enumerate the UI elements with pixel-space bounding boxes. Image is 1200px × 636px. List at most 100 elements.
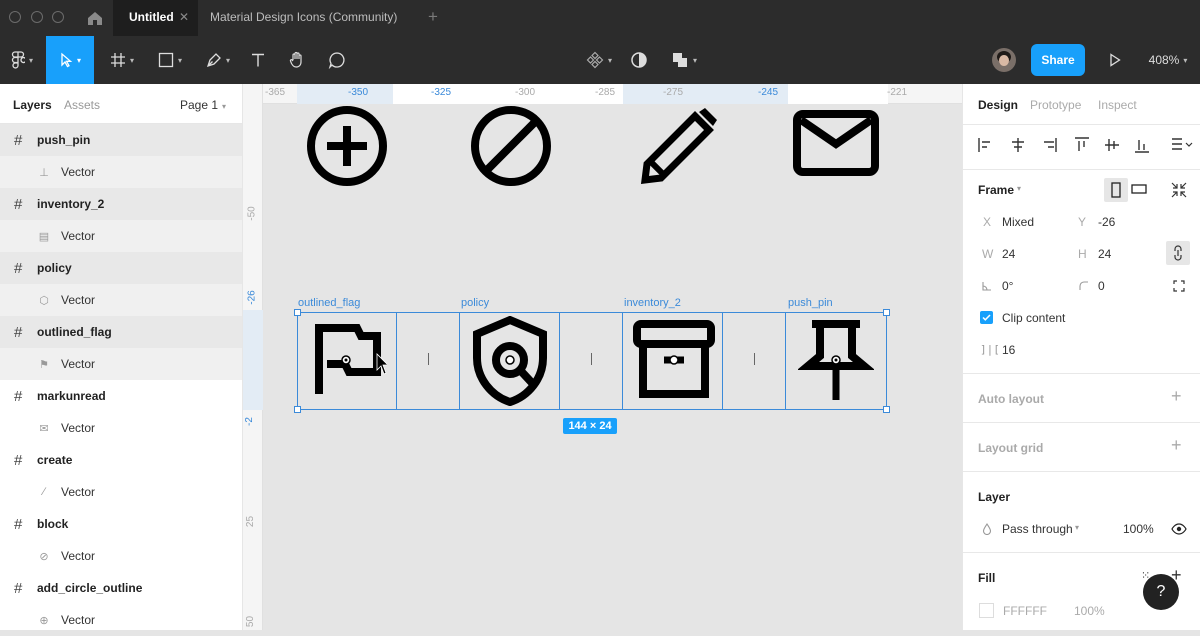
x-input[interactable]: Mixed [1002,215,1034,229]
layer-name: Vector [61,357,96,371]
help-button[interactable]: ? [1143,574,1179,610]
clip-content-checkbox[interactable] [980,311,993,324]
spacing-handle[interactable] [428,353,429,365]
constrain-proportions-button[interactable] [1166,241,1190,265]
layer-vector[interactable]: ▤ Vector [0,220,242,252]
move-tool-button[interactable]: ▾ [46,36,94,84]
home-icon[interactable] [86,9,104,30]
tab-layers[interactable]: Layers [13,98,52,112]
layer-frame-push-pin[interactable]: # push_pin [0,124,242,156]
y-input[interactable]: -26 [1098,215,1115,229]
more-alignment-icon[interactable] [1170,137,1194,153]
chevron-down-icon[interactable]: ▾ [1017,184,1021,193]
push-pin-icon[interactable] [798,318,874,404]
tab-assets[interactable]: Assets [64,98,100,112]
canvas[interactable]: -365 -350 -325 -300 -285 -275 -245 -221 -50 -26-… [243,84,962,630]
resize-handle-bottom-left[interactable] [294,406,301,413]
resize-to-fit-icon[interactable] [1171,182,1187,198]
layer-frame-markunread[interactable]: # markunread [0,380,242,412]
share-button[interactable]: Share [1031,44,1085,76]
tab-untitled[interactable]: Untitled ✕ [113,0,198,36]
layer-frame-policy[interactable]: # policy [0,252,242,284]
layer-frame-outlined-flag[interactable]: # outlined_flag [0,316,242,348]
height-input[interactable]: 24 [1098,247,1111,261]
tab-inspect[interactable]: Inspect [1098,98,1137,112]
layer-frame-inventory-2[interactable]: # inventory_2 [0,188,242,220]
fill-color-swatch[interactable] [979,603,994,618]
blend-mode-select[interactable]: Pass through [1002,522,1073,536]
tab-prototype[interactable]: Prototype [1030,98,1081,112]
markunread-icon[interactable] [791,108,883,178]
block-icon[interactable] [465,102,557,194]
layer-name: inventory_2 [37,197,105,211]
spacing-handle[interactable] [754,353,755,365]
layer-vector[interactable]: ⊘ Vector [0,540,242,572]
flag-icon: ⚑ [39,358,49,371]
layer-vector[interactable]: ⊕ Vector [0,604,242,636]
ruler-tick: -221 [887,87,908,98]
layer-vector[interactable]: ⊥ Vector [0,156,242,188]
landscape-orientation-icon[interactable] [1131,183,1147,195]
ruler-tick: -2 [243,417,255,426]
frame-label-policy[interactable]: policy [461,297,489,309]
resize-handle-top-left[interactable] [294,309,301,316]
spacing-handle[interactable] [591,353,592,365]
fill-opacity-input[interactable]: 100% [1074,604,1105,618]
corner-radius-input[interactable]: 0 [1098,279,1105,293]
page-selector[interactable]: Page 1 ▾ [180,98,226,112]
alignment-icons[interactable] [978,137,1158,153]
chevron-down-icon[interactable]: ▾ [1075,523,1079,532]
close-window-button[interactable] [9,11,21,23]
policy-icon[interactable] [469,316,551,406]
independent-corners-icon[interactable] [1173,280,1185,292]
layer-frame-block[interactable]: # block [0,508,242,540]
ruler-tick: -325 [431,87,452,98]
width-input[interactable]: 24 [1002,247,1015,261]
mask-button[interactable] [626,36,652,84]
frame-tool-button[interactable]: ▾ [100,36,144,84]
eye-icon[interactable] [1171,523,1187,535]
present-button[interactable] [1104,36,1126,84]
create-icon[interactable] [633,102,725,194]
outlined-flag-icon[interactable] [311,322,387,398]
chevron-down-icon: ▾ [129,55,134,65]
portrait-orientation-button[interactable] [1104,178,1128,202]
layer-vector[interactable]: ✉ Vector [0,412,242,444]
zoom-menu[interactable]: 408% ▾ [1140,36,1196,84]
components-button[interactable]: ▾ [580,36,618,84]
maximize-window-button[interactable] [52,11,64,23]
tab-material-design-icons[interactable]: Material Design Icons (Community) [210,0,397,36]
add-circle-outline-icon[interactable] [301,102,393,194]
layer-vector[interactable]: ∕ Vector [0,476,242,508]
pen-tool-button[interactable]: ▾ [196,36,240,84]
text-tool-button[interactable] [244,36,272,84]
tab-design[interactable]: Design [978,98,1018,112]
layer-vector[interactable]: ⚑ Vector [0,348,242,380]
rotation-input[interactable]: 0° [1002,279,1013,293]
new-tab-icon[interactable]: + [428,7,438,27]
add-auto-layout-icon[interactable]: + [1171,386,1182,407]
frame-label-inventory-2[interactable]: inventory_2 [624,297,681,309]
close-tab-icon[interactable]: ✕ [179,10,189,24]
y-label: Y [1078,215,1087,229]
spacing-input[interactable]: 16 [1002,343,1015,357]
frame-label-push-pin[interactable]: push_pin [788,297,833,309]
boolean-button[interactable]: ▾ [664,36,704,84]
layer-frame-add-circle-outline[interactable]: # add_circle_outline [0,572,242,604]
frame-title[interactable]: Frame [978,183,1014,197]
layer-frame-create[interactable]: # create [0,444,242,476]
frame-label-outlined-flag[interactable]: outlined_flag [298,297,360,309]
resize-handle-top-right[interactable] [883,309,890,316]
layer-vector[interactable]: ⬡ Vector [0,284,242,316]
hand-tool-button[interactable] [283,36,311,84]
comment-tool-button[interactable] [323,36,351,84]
add-layout-grid-icon[interactable]: + [1171,435,1182,456]
resize-handle-bottom-right[interactable] [883,406,890,413]
layer-opacity-input[interactable]: 100% [1123,522,1154,536]
fill-hex-input[interactable]: FFFFFF [1003,604,1047,618]
avatar[interactable] [992,48,1016,72]
shape-tool-button[interactable]: ▾ [148,36,192,84]
inventory-2-icon[interactable] [631,318,717,404]
main-menu-button[interactable]: ▾ [0,36,44,84]
minimize-window-button[interactable] [31,11,43,23]
